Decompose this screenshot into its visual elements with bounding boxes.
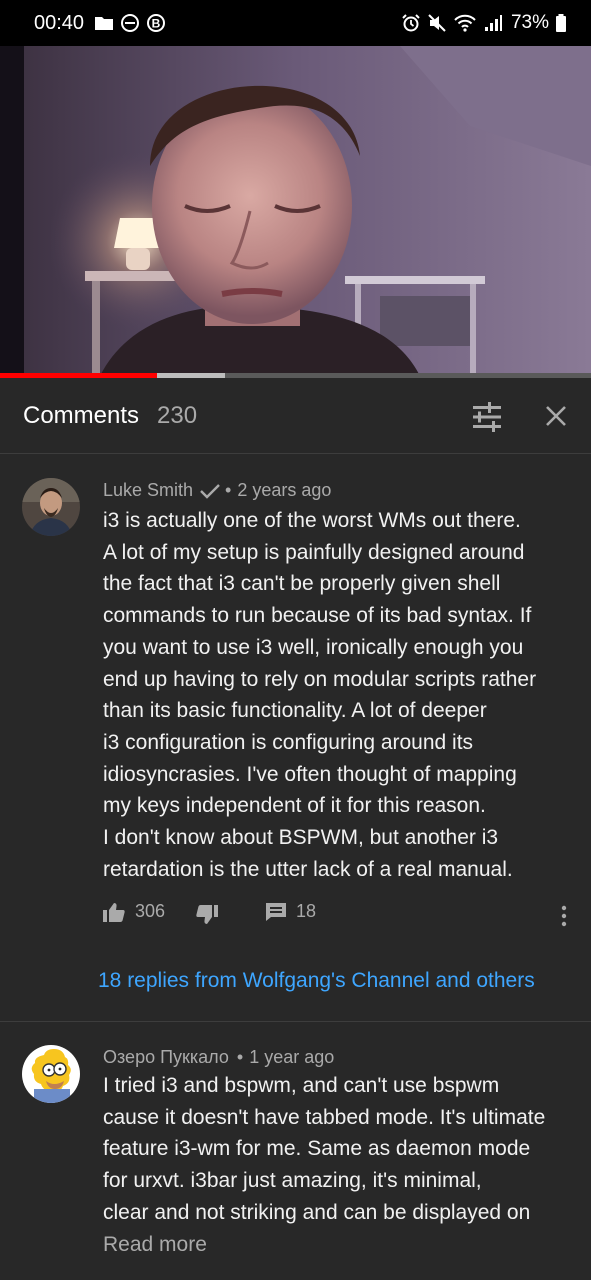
comment-time: 1 year ago xyxy=(249,1047,335,1067)
meta-separator: • xyxy=(225,480,232,500)
comment-item: Озеро Пуккало • 1 year ago I tried i3 an… xyxy=(0,1022,591,1280)
like-count: 306 xyxy=(135,901,166,921)
dislike-button[interactable] xyxy=(196,905,218,925)
reply-button[interactable]: 18 xyxy=(265,901,316,922)
comment-time: 2 years ago xyxy=(237,480,332,500)
comment-text: I tried i3 and bspwm, and can't use bspw… xyxy=(103,1074,546,1224)
b-app-icon: B xyxy=(147,14,166,32)
status-time: 00:40 xyxy=(34,11,85,34)
comment-actions: 306 18 xyxy=(103,901,573,931)
comment-text: i3 is actually one of the worst WMs out … xyxy=(103,509,537,881)
comment-more-button[interactable] xyxy=(556,903,572,929)
signal-icon xyxy=(484,15,502,31)
comments-title: Comments xyxy=(23,401,140,429)
status-bar: 00:40 B 73% xyxy=(0,0,591,46)
video-player[interactable] xyxy=(0,46,591,376)
read-more-link[interactable]: Read more xyxy=(103,1233,207,1257)
comment-meta: Озеро Пуккало • 1 year ago xyxy=(103,1047,334,1068)
sort-sliders-icon xyxy=(473,402,501,432)
notification-icons: B xyxy=(94,13,166,33)
wifi-icon xyxy=(454,14,476,32)
battery-percent: 73% xyxy=(510,12,549,33)
comment-meta: Luke Smith • 2 years ago xyxy=(103,480,331,501)
comment-author[interactable]: Озеро Пуккало xyxy=(103,1047,229,1068)
close-icon xyxy=(546,406,566,426)
do-not-disturb-icon xyxy=(121,14,140,32)
thumb-down-icon xyxy=(196,905,218,924)
mute-icon xyxy=(428,14,446,32)
sort-comments-button[interactable] xyxy=(470,402,504,432)
avatar-image xyxy=(22,1045,80,1103)
comment-bubble-icon xyxy=(266,902,286,921)
like-button[interactable]: 306 xyxy=(103,901,165,922)
more-vert-icon xyxy=(561,905,567,927)
comment-item: Luke Smith • 2 years ago i3 is actually … xyxy=(0,455,591,1021)
view-replies-link[interactable]: 18 replies from Wolfgang's Channel and o… xyxy=(98,969,535,993)
meta-separator: • xyxy=(236,1047,244,1067)
reply-count: 18 xyxy=(296,901,317,921)
battery-icon xyxy=(556,14,566,32)
close-comments-button[interactable] xyxy=(540,400,572,432)
avatar[interactable] xyxy=(22,478,80,536)
folder-icon xyxy=(95,17,114,30)
comments-header: Comments 230 xyxy=(0,378,591,454)
verified-check-icon xyxy=(200,483,220,499)
alarm-icon xyxy=(402,14,420,32)
avatar-image xyxy=(22,478,80,536)
comments-count: 230 xyxy=(157,401,198,429)
avatar[interactable] xyxy=(22,1045,80,1103)
video-frame xyxy=(0,46,591,376)
comment-author[interactable]: Luke Smith xyxy=(103,480,193,501)
thumb-up-icon xyxy=(103,902,125,922)
svg-text:B: B xyxy=(152,17,161,31)
